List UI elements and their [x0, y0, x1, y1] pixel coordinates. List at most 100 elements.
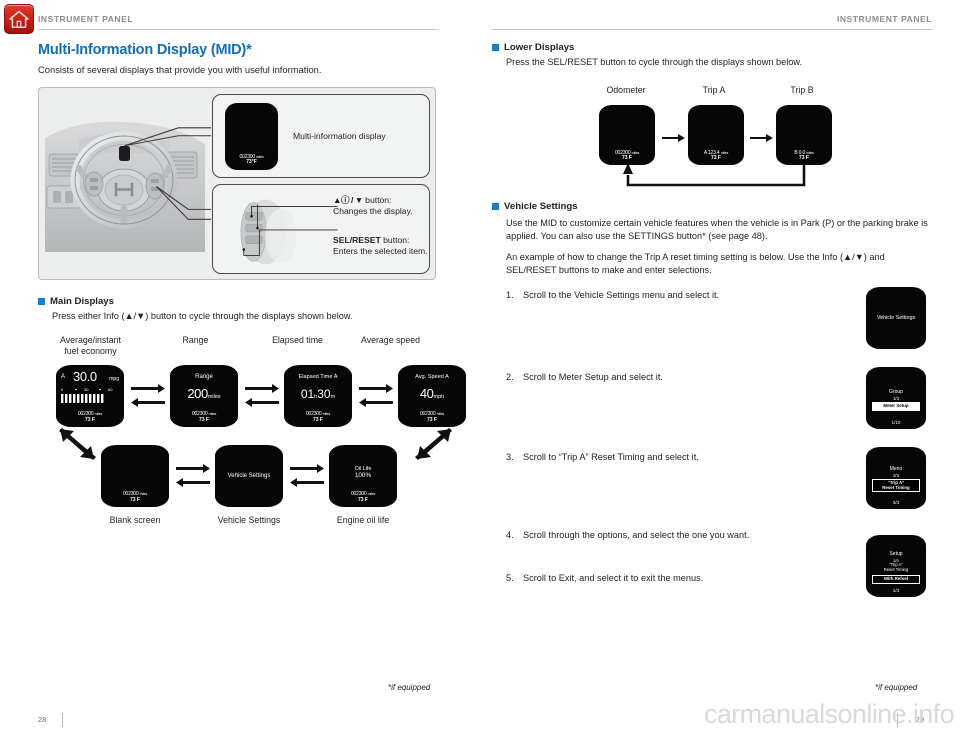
selreset-button-word: button: — [380, 234, 410, 245]
label-range: Range — [182, 334, 209, 345]
label-vehicle-settings: Vehicle Settings — [217, 514, 281, 525]
right-running-head: INSTRUMENT PANEL — [836, 14, 932, 24]
page-lede: Consists of several displays that provid… — [38, 64, 322, 75]
mid-odometer-readout: 002300 miles 73 F — [56, 412, 124, 423]
fuel-trip-letter: A — [61, 373, 66, 380]
temperature-value: 73 F — [426, 416, 437, 423]
elapsed-title: Elapsed Time A — [298, 373, 338, 380]
fuel-economy-unit: mpg — [109, 375, 119, 382]
range-unit: miles — [207, 393, 221, 400]
mid-odometer-readout: 002300 miles 73°F — [225, 155, 278, 166]
lower-displays-body: Press the SEL/RESET button to cycle thro… — [506, 57, 803, 67]
odometer-unit: miles — [806, 150, 814, 155]
main-displays-bottom-labels: Blank screen Vehicle Settings Engine oil… — [38, 515, 438, 529]
info-button-symbols: ▲ⓘ / ▼ — [333, 194, 363, 205]
odometer-unit: miles — [94, 412, 103, 417]
mid-screen-odometer: 002300 miles 73 F — [599, 105, 655, 166]
avg-speed-unit: mph — [433, 393, 445, 400]
label-trip-b: Trip B — [790, 85, 814, 96]
page-title: Multi-Information Display (MID)* — [38, 42, 252, 58]
lower-displays-flow: 002300 miles 73 F A 123.4 miles 73 F B 0… — [492, 105, 932, 195]
step-2-text: Scroll to Meter Setup and select it. — [523, 372, 663, 383]
step-4-number: 4. — [506, 530, 514, 541]
callout-selreset-label: SEL/RESET button: Enters the selected it… — [333, 235, 428, 258]
elapsed-minutes-unit: m — [330, 393, 336, 400]
step-3-number: 3. — [506, 452, 514, 463]
odometer-unit: miles — [720, 150, 729, 155]
info-button-desc: Changes the display. — [333, 206, 413, 217]
mid-odometer-readout: B 0.0 miles 73 F — [776, 150, 832, 162]
right-footnote: *if equipped — [875, 683, 918, 692]
lower-displays-heading: Lower Displays — [492, 42, 932, 53]
step-5: 5. Scroll to Exit, and select it to exit… — [506, 572, 796, 585]
svg-text:30: 30 — [84, 387, 89, 392]
label-engine-oil-life: Engine oil life — [336, 514, 390, 525]
step-4: 4. Scroll through the options, and selec… — [506, 529, 766, 542]
main-displays-top-flow: A 30.0 mpg 0 30 60 002300 miles 73 F Ran… — [38, 364, 466, 427]
loop-back-arrow — [623, 163, 806, 187]
left-page-number: 28 — [38, 715, 47, 724]
bullet-square-icon — [38, 297, 45, 305]
step-3-text: Scroll to “Trip A” Reset Timing and sele… — [523, 452, 699, 463]
svg-text:0: 0 — [61, 387, 64, 392]
shot-3-highlight: “Trip A” Reset Timing — [872, 479, 920, 493]
callout-mid-display: 002300 miles 73°F Multi-information disp… — [212, 93, 430, 178]
lower-displays-heading-text: Lower Displays — [504, 42, 575, 53]
odometer-unit: miles — [256, 155, 264, 160]
main-displays-body: Press either Info (▲/▼) button to cycle … — [52, 310, 353, 321]
mid-shot-step-4: Setup 3/3 “Trip A” Reset Timing With Ref… — [866, 535, 926, 598]
shot-3-sub: 2/3 — [893, 473, 899, 479]
right-page: INSTRUMENT PANEL Lower Displays Press th… — [492, 0, 932, 738]
mid-screen-elapsed-time: Elapsed Time A 01h30m 002300 miles 73 F — [284, 364, 352, 427]
odometer-unit: miles — [139, 492, 148, 497]
home-button[interactable] — [4, 4, 34, 34]
mid-screen-blank: 002300 miles 73 F — [101, 444, 169, 507]
vehicle-settings-heading-text: Vehicle Settings — [504, 201, 578, 213]
vehicle-settings-title: Vehicle Settings — [227, 472, 271, 479]
avg-speed-title: Avg. Speed A — [415, 373, 449, 380]
range-value: 200 — [187, 385, 208, 401]
fuel-economy-value: 30.0 — [73, 368, 97, 384]
left-header-rule — [38, 29, 438, 30]
shot-2-top: Group — [889, 389, 903, 396]
mid-odometer-readout: 002300 miles 73 F — [398, 412, 466, 423]
avg-speed-value: 40 — [419, 385, 434, 401]
shot-2-sub: 1/3 — [893, 396, 899, 402]
selreset-button-name: SEL/RESET — [333, 234, 381, 245]
mid-odometer-readout: A 123.4 miles 73 F — [688, 150, 744, 162]
site-watermark: carmanualsonline.info — [703, 699, 955, 729]
temperature-value: 73 F — [129, 496, 140, 503]
mid-shot-step-2: Group 1/3 Meter Setup 1/10 — [866, 367, 926, 430]
label-blank-screen: Blank screen — [109, 514, 161, 525]
bullet-square-icon — [492, 203, 499, 211]
step-5-number: 5. — [506, 573, 514, 584]
selreset-button-desc: Enters the selected item. — [333, 246, 428, 257]
main-displays-heading-text: Main Displays — [50, 295, 114, 307]
flow-wrap-arrows — [38, 427, 452, 460]
step-3: 3. Scroll to “Trip A” Reset Timing and s… — [506, 451, 796, 464]
range-title: Range — [195, 373, 213, 380]
oil-life-value: 100% — [354, 472, 372, 480]
odometer-unit: miles — [208, 412, 217, 417]
mid-screen-average-speed: Avg. Speed A 40mph 002300 miles 73 F — [398, 364, 466, 427]
shot-2-highlight: Meter Setup — [872, 402, 920, 412]
main-displays-bottom-flow: 002300 miles 73 F Vehicle Settings Oil L… — [38, 444, 438, 507]
mid-location-diagram: 002300 miles 73°F Multi-information disp… — [38, 86, 436, 280]
mid-screen-trip-a: A 123.4 miles 73 F — [688, 105, 744, 166]
step-1-number: 1. — [506, 290, 514, 301]
arrow-right-2 — [750, 134, 773, 143]
shot-4-bottom: 1/3 — [892, 588, 900, 594]
vehicle-settings-heading: Vehicle Settings — [492, 201, 932, 212]
temperature-value: 73°F — [246, 159, 257, 166]
odometer-unit: miles — [367, 492, 376, 497]
shot-3-bottom: 3/3 — [892, 500, 900, 506]
info-button-word: button: — [362, 194, 392, 205]
odometer-unit: miles — [631, 150, 640, 155]
temperature-value: 73 F — [198, 416, 209, 423]
temperature-value: 73 F — [312, 416, 323, 423]
main-displays-heading: Main Displays — [38, 296, 438, 307]
left-page: INSTRUMENT PANEL Multi-Information Displ… — [38, 0, 466, 738]
callout-info-button-label: ▲ⓘ / ▼ button: Changes the display. — [333, 195, 413, 218]
arrow-right-1 — [662, 134, 685, 143]
odometer-unit: miles — [322, 412, 331, 417]
